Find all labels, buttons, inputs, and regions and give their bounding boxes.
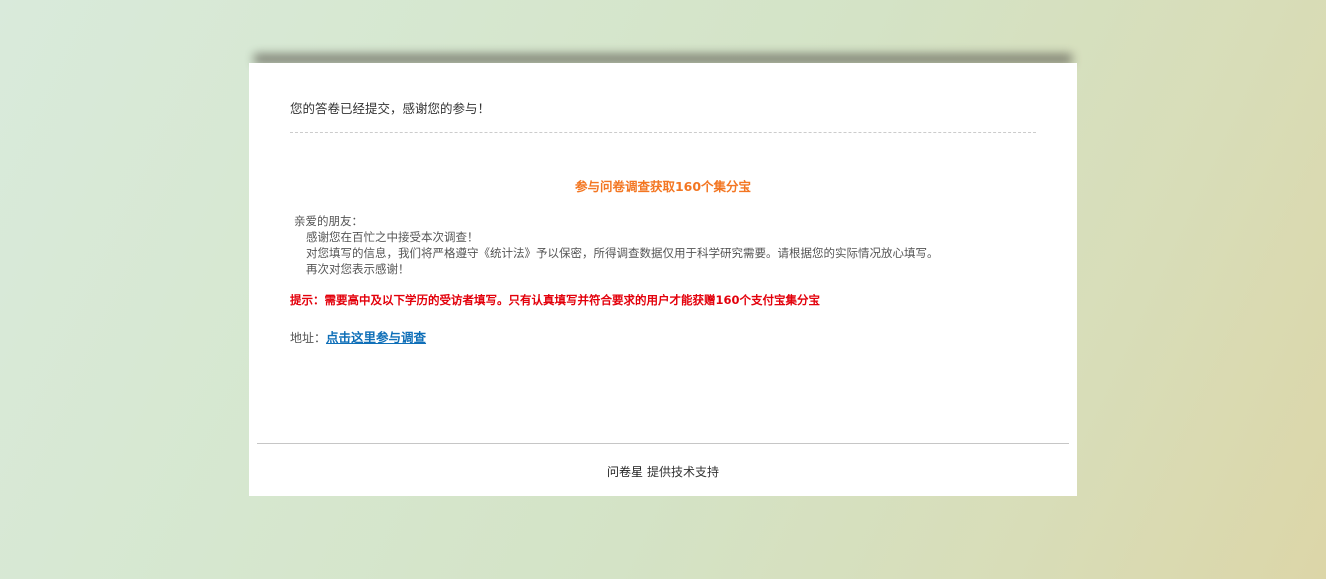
dashed-divider [290, 132, 1036, 133]
footer: 问卷星 提供技术支持 [249, 463, 1077, 480]
footer-brand[interactable]: 问卷星 [607, 465, 643, 479]
notice-text: 提示：需要高中及以下学历的受访者填写。只有认真填写并符合要求的用户才能获赠160… [290, 293, 820, 307]
survey-link[interactable]: 点击这里参与调查 [326, 330, 426, 345]
footer-support-text: 提供技术支持 [647, 465, 720, 479]
address-row: 地址：点击这里参与调查 [290, 327, 426, 346]
greeting-line: 感谢您在百忙之中接受本次调查！ [306, 230, 479, 244]
address-label: 地址： [290, 331, 327, 345]
submitted-message: 您的答卷已经提交，感谢您的参与！ [290, 101, 491, 116]
greeting-line: 再次对您表示感谢！ [306, 262, 410, 276]
greeting-block: 亲爱的朋友： 感谢您在百忙之中接受本次调查！ 对您填写的信息，我们将严格遵守《统… [294, 213, 939, 277]
footer-divider [257, 443, 1069, 444]
greeting-salutation: 亲爱的朋友： [294, 214, 363, 228]
promo-title: 参与问卷调查获取160个集分宝 [574, 179, 752, 194]
result-panel: 您的答卷已经提交，感谢您的参与！ 参与问卷调查获取160个集分宝 亲爱的朋友： … [249, 63, 1077, 496]
greeting-line: 对您填写的信息，我们将严格遵守《统计法》予以保密，所得调查数据仅用于科学研究需要… [306, 246, 939, 260]
